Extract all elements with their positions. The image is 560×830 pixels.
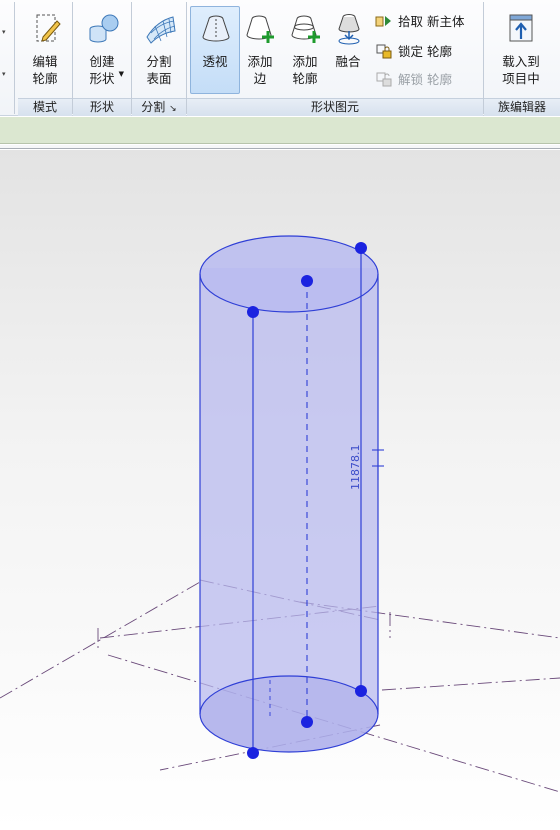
lock-icon	[376, 44, 392, 59]
create-form-icon	[89, 14, 119, 43]
divide-surface-button[interactable]: 分割 表面	[134, 6, 184, 94]
vertex-handle[interactable]	[301, 275, 313, 287]
3d-view-canvas[interactable]: 11878.1	[0, 150, 560, 830]
ribbon-scroll-down-icon[interactable]: ▾	[2, 70, 6, 78]
xray-button[interactable]: 透视	[190, 6, 240, 94]
pick-new-host-button[interactable]: 拾取 新主体	[375, 12, 464, 32]
create-form-button[interactable]: 创建 形状 ▼	[77, 6, 127, 94]
options-bar	[0, 117, 560, 144]
add-edge-button[interactable]: 添加边	[235, 6, 285, 94]
reference-plane-line	[0, 581, 201, 699]
load-into-project-icon	[509, 14, 533, 42]
unlock-profile-button[interactable]: 解锁 轮廓	[375, 70, 452, 90]
cylinder-form[interactable]	[199, 235, 379, 753]
panel-divide: 分割 表面 分割 ↘	[132, 0, 186, 116]
panel-title-mode: 模式	[18, 98, 72, 116]
xray-icon	[202, 15, 230, 42]
reference-plane-line	[381, 677, 560, 691]
ribbon-scroll-up-icon[interactable]: ▾	[2, 28, 6, 36]
dimension-value[interactable]: 11878.1	[349, 445, 362, 491]
dissolve-button[interactable]: 融合	[323, 6, 373, 94]
panel-family-editor: 载入到 项目中 族编辑器	[484, 0, 560, 116]
view-separator	[0, 145, 560, 149]
load-into-project-button[interactable]: 载入到 项目中	[496, 6, 546, 94]
edit-profile-button[interactable]: 编辑 轮廓	[20, 6, 70, 94]
create-form-dropdown-icon[interactable]: ▼	[119, 70, 124, 78]
cylinder-top-face[interactable]	[199, 235, 379, 313]
panel-mode: 编辑 轮廓 模式	[18, 0, 72, 116]
unlock-icon	[376, 72, 392, 87]
panel-title-family-editor: 族编辑器	[484, 98, 560, 116]
add-profile-icon	[291, 15, 320, 43]
pick-host-icon	[375, 16, 391, 27]
vertex-handle[interactable]	[355, 685, 367, 697]
lock-profile-button[interactable]: 锁定 轮廓	[375, 42, 452, 62]
drawing-area[interactable]: 11878.1	[0, 150, 560, 830]
panel-title-form-element: 形状图元	[187, 98, 483, 116]
divide-surface-icon	[146, 16, 176, 44]
panel-title-shape: 形状	[73, 98, 131, 116]
vertex-handle[interactable]	[247, 306, 259, 318]
panel-title-divide: 分割 ↘	[132, 98, 186, 116]
panel-shape: 创建 形状 ▼ 形状	[73, 0, 131, 116]
edit-profile-icon	[36, 14, 61, 42]
panel-form-element: 透视 添加边 添加 轮廓 融合 拾取 新主体 锁定 轮廓 解锁 轮廓 形状图元	[187, 0, 483, 116]
vertex-handle[interactable]	[301, 716, 313, 728]
dissolve-icon	[338, 14, 360, 45]
vertex-handle[interactable]	[355, 242, 367, 254]
add-edge-icon	[246, 15, 274, 43]
ribbon: ▾ ▾ 编辑 轮廓 模式 创建 形状 ▼ 形状 分割 表面 分割 ↘ 透视 添加…	[0, 0, 560, 116]
panel-launcher-icon[interactable]: ↘	[169, 104, 177, 114]
vertex-handle[interactable]	[247, 747, 259, 759]
